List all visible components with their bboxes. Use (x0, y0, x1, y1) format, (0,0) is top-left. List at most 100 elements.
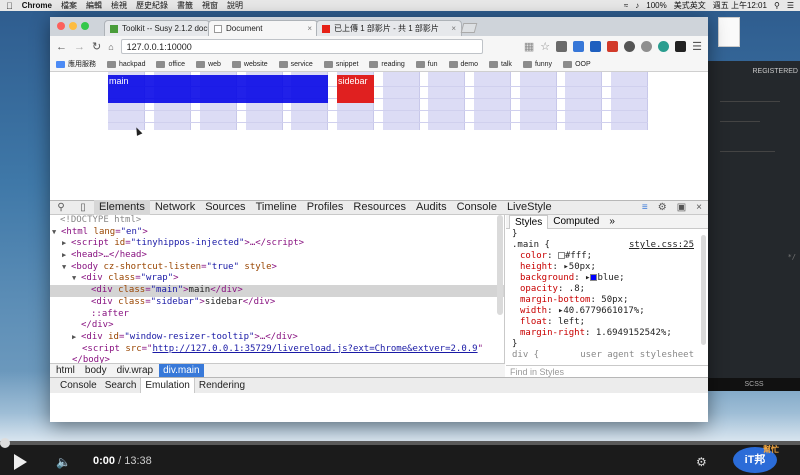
devtools-tab-elements[interactable]: Elements (94, 200, 150, 215)
bookmark-folder[interactable]: web (196, 60, 221, 68)
page-action-icon[interactable]: ▦ (524, 40, 534, 53)
dom-node-html[interactable]: ▼ <html lang="en"> (50, 227, 504, 239)
script-src-link[interactable]: http://127.0.0.1:35729/livereload.js?ext… (152, 344, 477, 354)
video-progress-bar[interactable] (0, 438, 800, 448)
drawer-toggle-icon[interactable]: ≡ (642, 202, 648, 213)
css-property[interactable]: background: ▸ blue; (512, 273, 708, 284)
breadcrumb-div-main[interactable]: div.main (159, 363, 204, 378)
extension-icon[interactable] (556, 41, 568, 52)
extension-icon[interactable] (658, 41, 670, 52)
bookmark-folder[interactable]: fun (415, 60, 438, 68)
devtools-tab-sources[interactable]: Sources (200, 200, 250, 215)
bookmark-folder[interactable]: website (231, 60, 268, 68)
bookmark-folder[interactable]: demo (448, 60, 478, 68)
color-swatch-icon[interactable] (557, 252, 565, 259)
drawer-tab-search[interactable]: Search (101, 378, 141, 394)
css-property[interactable]: margin-right: 1.6949152542%; (512, 328, 708, 339)
rule-selector[interactable]: .main { (512, 240, 550, 250)
dom-node-head[interactable]: ▶ <head>…</head> (50, 250, 504, 262)
dom-node-sidebar[interactable]: <div class="sidebar">sidebar</div> (50, 297, 504, 309)
dom-node-after[interactable]: ::after (50, 309, 504, 321)
menu-file[interactable]: 檔案 (61, 0, 77, 11)
settings-gear-icon[interactable]: ⚙ (696, 455, 707, 469)
clock[interactable]: 週五 上午12:01 (713, 0, 767, 11)
menu-bookmarks[interactable]: 書籤 (177, 0, 193, 11)
extension-icon[interactable] (607, 41, 619, 52)
expand-arrow-icon[interactable]: ▶ (62, 238, 71, 250)
breadcrumb-html[interactable]: html (52, 364, 79, 378)
devtools-tab-profiles[interactable]: Profiles (302, 200, 349, 215)
bookmark-folder[interactable]: office (156, 60, 185, 68)
ithome-logo[interactable]: iT邦 幫忙 (733, 444, 795, 474)
devtools-tab-console[interactable]: Console (452, 200, 502, 215)
drawer-tab-console[interactable]: Console (56, 378, 101, 394)
devtools-tab-timeline[interactable]: Timeline (251, 200, 302, 215)
close-tab-icon[interactable]: × (451, 24, 456, 33)
device-mode-icon[interactable]: ▯ (72, 202, 94, 213)
close-tab-icon[interactable]: × (307, 24, 312, 33)
bookmark-folder[interactable]: reading (369, 60, 405, 68)
css-property[interactable]: margin-bottom: 50px; (512, 295, 708, 306)
wifi-icon[interactable]: ≈ (624, 1, 628, 10)
extension-icon[interactable] (675, 41, 687, 52)
home-icon[interactable]: ⌂ (108, 42, 113, 52)
styles-filter-input[interactable]: Find in Styles (506, 365, 708, 377)
tab-youtube-upload[interactable]: 已上傳 1 部影片 - 共 1 部影片 × (316, 20, 462, 36)
expand-arrow-icon[interactable]: ▼ (52, 227, 61, 239)
new-tab-button[interactable] (460, 23, 478, 33)
battery-percent[interactable]: 100% (646, 1, 666, 10)
dom-node-wrap[interactable]: ▼ <div class="wrap"> (50, 273, 504, 285)
menu-help[interactable]: 說明 (227, 0, 243, 11)
expand-arrow-icon[interactable]: ▼ (62, 262, 71, 274)
dom-node-tooltip[interactable]: ▶ <div id="window-resizer-tooltip">…</div… (50, 332, 504, 344)
menu-edit[interactable]: 編輯 (86, 0, 102, 11)
dom-node-body[interactable]: ▼ <body cz-shortcut-listen="true" style> (50, 262, 504, 274)
zoom-window-icon[interactable] (81, 22, 89, 30)
spotlight-icon[interactable]: ⚲ (774, 1, 780, 10)
more-tabs-icon[interactable]: » (604, 215, 620, 229)
bookmark-folder[interactable]: funny (522, 60, 552, 68)
bookmark-folder[interactable]: OOP (563, 60, 591, 68)
bookmark-folder[interactable]: snippet (323, 60, 358, 68)
tab-computed[interactable]: Computed (548, 215, 604, 229)
settings-gear-icon[interactable]: ⚙ (658, 202, 667, 213)
extension-icon[interactable] (590, 41, 602, 52)
extension-icon[interactable] (641, 41, 653, 52)
desktop-file-icon[interactable] (718, 17, 740, 47)
drawer-tab-rendering[interactable]: Rendering (195, 378, 249, 394)
expand-arrow-icon[interactable]: ▶ (72, 332, 81, 344)
progress-knob[interactable] (0, 438, 10, 448)
back-icon[interactable]: ← (56, 41, 67, 53)
tab-document[interactable]: Document × (208, 20, 318, 36)
address-bar[interactable]: 127.0.0.1:10000 (120, 39, 483, 54)
input-method[interactable]: 美式英文 (674, 0, 706, 11)
dom-node-body-close[interactable]: </body> (50, 355, 504, 363)
bookmark-star-icon[interactable]: ☆ (540, 40, 550, 53)
devtools-tab-livestyle[interactable]: LiveStyle (502, 200, 557, 215)
menu-icon[interactable]: ☰ (692, 40, 702, 53)
minimize-window-icon[interactable] (69, 22, 77, 30)
tab-styles[interactable]: Styles (509, 215, 549, 229)
close-window-icon[interactable] (57, 22, 65, 30)
css-property[interactable]: float: left; (512, 317, 708, 328)
menu-history[interactable]: 歷史紀錄 (136, 0, 168, 11)
bookmark-folder[interactable]: hackpad (107, 60, 145, 68)
expand-arrow-icon[interactable]: ▶ (62, 250, 71, 262)
dom-node-main-selected[interactable]: <div class="main">main</div> (50, 285, 504, 297)
dom-node-doctype[interactable]: <!DOCTYPE html> (50, 215, 504, 227)
dom-node-wrap-close[interactable]: </div> (50, 320, 504, 332)
inspect-icon[interactable]: ⚲ (50, 202, 72, 213)
notification-icon[interactable]: ☰ (787, 1, 794, 10)
breadcrumb-body[interactable]: body (81, 364, 111, 378)
devtools-tab-resources[interactable]: Resources (348, 200, 411, 215)
css-property[interactable]: color: #fff; (512, 251, 708, 262)
bookmark-folder[interactable]: talk (489, 60, 512, 68)
dom-node-script[interactable]: ▶ <script id="tinyhippos-injected">…</scr… (50, 238, 504, 250)
bookmark-folder[interactable]: service (278, 60, 313, 68)
tab-susy-docs[interactable]: Toolkit -- Susy 2.1.2 docu × (104, 20, 210, 36)
expand-arrow-icon[interactable]: ▼ (72, 273, 81, 285)
extension-icon[interactable] (573, 41, 585, 52)
dom-tree-scrollbar[interactable] (497, 215, 503, 315)
drawer-tab-emulation[interactable]: Emulation (140, 377, 195, 394)
volume-icon[interactable]: 🔈 (56, 455, 71, 469)
